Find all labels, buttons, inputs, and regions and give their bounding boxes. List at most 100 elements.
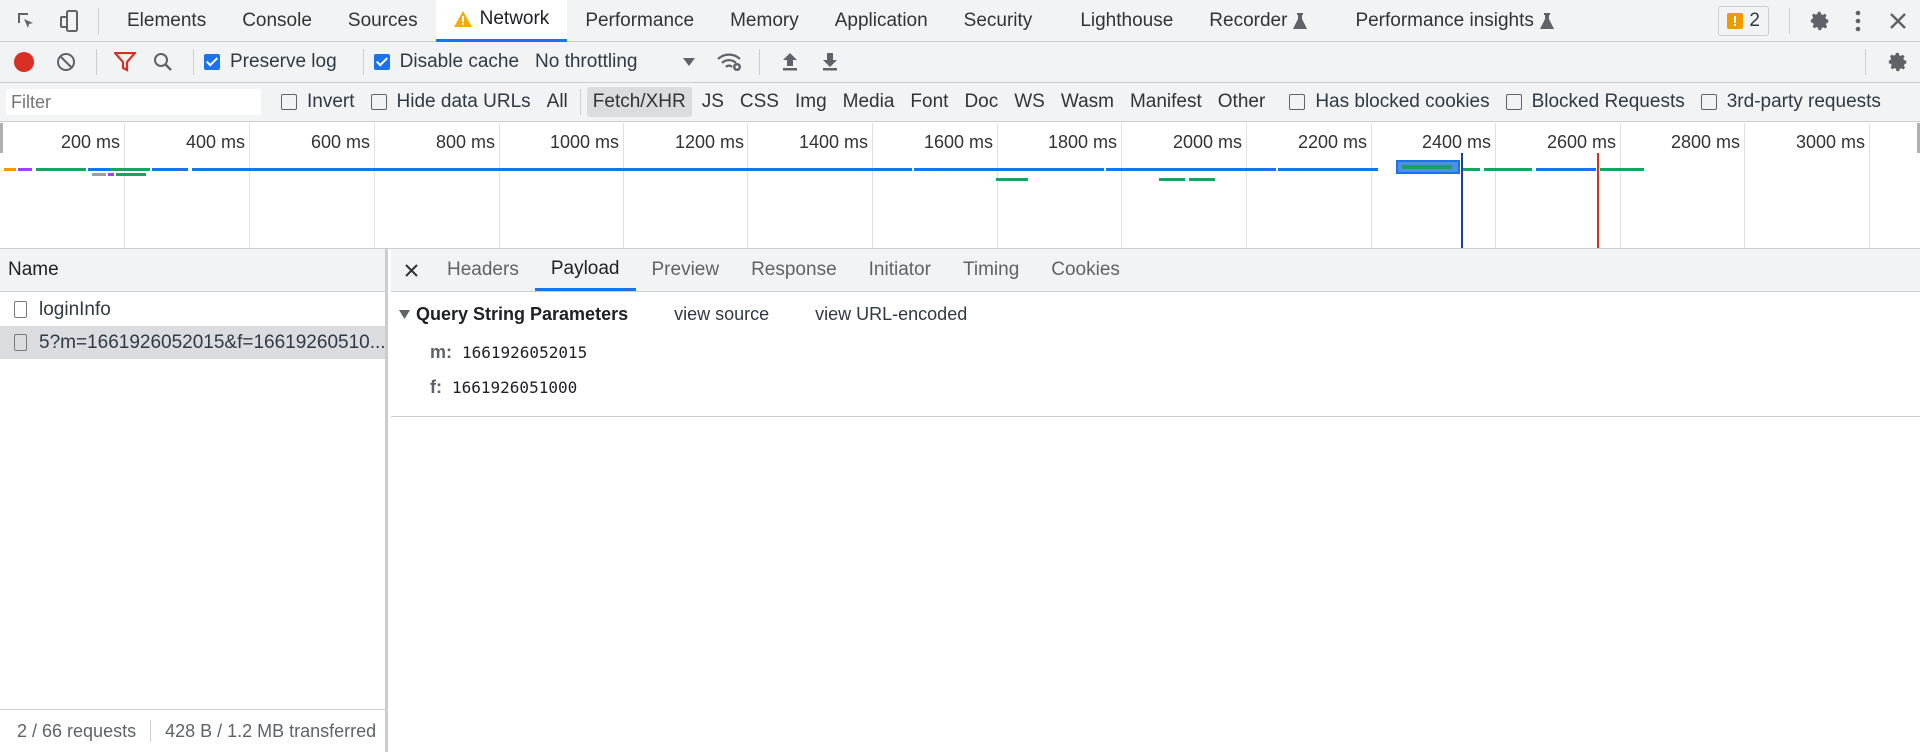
tick-label: 400 ms (185, 132, 245, 152)
close-detail-icon[interactable] (391, 249, 431, 291)
checkbox-box[interactable] (370, 94, 387, 110)
has-blocked-cookies-checkbox[interactable]: Has blocked cookies (1289, 91, 1490, 113)
type-filter-all[interactable]: All (541, 87, 574, 117)
request-bar (4, 168, 16, 171)
request-row[interactable]: loginInfo (0, 293, 385, 326)
type-filter-css[interactable]: CSS (734, 87, 785, 117)
network-conditions-icon[interactable] (709, 42, 749, 82)
third-party-requests-label: 3rd-party requests (1726, 91, 1881, 112)
inspect-element-icon[interactable] (0, 0, 52, 42)
filter-icon[interactable] (107, 42, 143, 82)
invert-checkbox[interactable]: Invert (281, 91, 355, 113)
type-filter-manifest[interactable]: Manifest (1124, 87, 1208, 117)
tab-label: Cookies (1051, 259, 1120, 280)
request-bar (18, 168, 32, 171)
issues-count: 2 (1749, 9, 1760, 31)
tab-network[interactable]: Network (435, 0, 568, 42)
tab-label: Elements (127, 9, 207, 31)
tab-initiator[interactable]: Initiator (853, 249, 947, 291)
checkbox-box[interactable] (1505, 94, 1522, 110)
param-key: m: (430, 342, 452, 362)
checkbox-box[interactable] (1289, 94, 1306, 110)
network-settings-gear-icon[interactable] (1876, 42, 1920, 82)
request-bar (1189, 178, 1215, 181)
tab-label: Timing (962, 259, 1020, 280)
type-filter-doc[interactable]: Doc (958, 87, 1004, 117)
tab-lighthouse[interactable]: Lighthouse (1062, 0, 1191, 42)
disable-cache-checkbox[interactable]: Disable cache (373, 51, 520, 73)
expand-triangle-icon[interactable] (399, 310, 410, 319)
disable-cache-label: Disable cache (399, 51, 520, 72)
hide-data-urls-checkbox[interactable]: Hide data URLs (370, 91, 531, 113)
tab-cookies[interactable]: Cookies (1035, 249, 1136, 291)
view-source-link[interactable]: view source (674, 304, 769, 325)
tick-label: 800 ms (435, 132, 495, 152)
import-har-icon[interactable] (770, 42, 810, 82)
tick-label: 2800 ms (1670, 132, 1740, 152)
tick-label: 600 ms (310, 132, 370, 152)
export-har-icon[interactable] (810, 42, 850, 82)
tab-recorder[interactable]: Recorder (1191, 0, 1325, 42)
tab-elements[interactable]: Elements (109, 0, 224, 42)
filter-input[interactable] (6, 89, 261, 115)
throttling-select[interactable]: No throttling (535, 51, 696, 73)
checkbox-box[interactable] (204, 54, 220, 70)
type-filter-media[interactable]: Media (837, 87, 901, 117)
type-filter-img[interactable]: Img (789, 87, 833, 117)
tab-console[interactable]: Console (224, 0, 330, 42)
tab-label: Performance insights (1355, 9, 1534, 31)
preserve-log-checkbox[interactable]: Preserve log (204, 51, 337, 73)
param-value: 1661926051000 (452, 378, 578, 397)
request-bar (1106, 168, 1276, 171)
tab-sources[interactable]: Sources (330, 0, 436, 42)
blocked-requests-checkbox[interactable]: Blocked Requests (1505, 91, 1685, 113)
tab-security[interactable]: Security (946, 0, 1063, 42)
type-filter-wasm[interactable]: Wasm (1055, 87, 1120, 117)
checkbox-box[interactable] (373, 54, 390, 70)
detail-tabs: Headers Payload Preview Response Initiat… (391, 249, 1920, 292)
type-filter-other[interactable]: Other (1212, 87, 1272, 117)
type-filter-js[interactable]: JS (696, 87, 730, 117)
request-row[interactable]: 5?m=1661926052015&f=16619260510... (0, 326, 385, 359)
tab-memory[interactable]: Memory (712, 0, 817, 42)
name-column-header[interactable]: Name (0, 249, 385, 292)
grid-line (1869, 123, 1870, 248)
tab-performance-insights[interactable]: Performance insights (1325, 0, 1571, 42)
network-overview-timeline[interactable]: 200 ms 400 ms 600 ms 800 ms 1000 ms 1200… (0, 123, 1920, 249)
type-filter-fetch-xhr[interactable]: Fetch/XHR (586, 87, 692, 117)
third-party-requests-checkbox[interactable]: 3rd-party requests (1700, 91, 1881, 113)
param-row: f: 1661926051000 (430, 377, 577, 398)
tab-application[interactable]: Application (817, 0, 946, 42)
checkbox-box[interactable] (1700, 94, 1717, 110)
checkbox-box[interactable] (281, 94, 297, 110)
tab-timing[interactable]: Timing (947, 249, 1035, 291)
tab-headers[interactable]: Headers (431, 249, 535, 291)
search-icon[interactable] (143, 42, 183, 82)
tab-response[interactable]: Response (735, 249, 853, 291)
record-icon[interactable] (2, 42, 46, 82)
selected-request-marker (1396, 160, 1460, 174)
column-header-label: Name (8, 259, 59, 280)
tab-label: Security (963, 9, 1033, 31)
settings-gear-icon[interactable] (1800, 0, 1840, 42)
close-icon[interactable] (1876, 0, 1920, 42)
tab-performance[interactable]: Performance (567, 0, 712, 42)
transferred-size: 428 B / 1.2 MB transferred (165, 720, 377, 741)
type-filter-ws[interactable]: WS (1008, 87, 1051, 117)
xhr-file-icon (14, 334, 27, 351)
tab-payload[interactable]: Payload (534, 249, 636, 291)
experiment-flask-icon (1293, 12, 1308, 29)
type-filter-font[interactable]: Font (904, 87, 954, 117)
clear-icon[interactable] (46, 42, 86, 82)
more-options-icon[interactable] (1840, 0, 1876, 42)
tick-label: 2000 ms (1172, 132, 1242, 152)
tab-preview[interactable]: Preview (636, 249, 736, 291)
request-bar (1484, 168, 1532, 171)
request-bar (152, 168, 188, 171)
issues-badge[interactable]: 2 (1718, 5, 1769, 36)
tab-label: Recorder (1209, 9, 1288, 31)
section-header[interactable]: Query String Parameters view source view… (399, 304, 967, 325)
view-url-encoded-link[interactable]: view URL-encoded (815, 304, 967, 325)
tick-label: 200 ms (60, 132, 120, 152)
device-toolbar-icon[interactable] (52, 0, 88, 42)
